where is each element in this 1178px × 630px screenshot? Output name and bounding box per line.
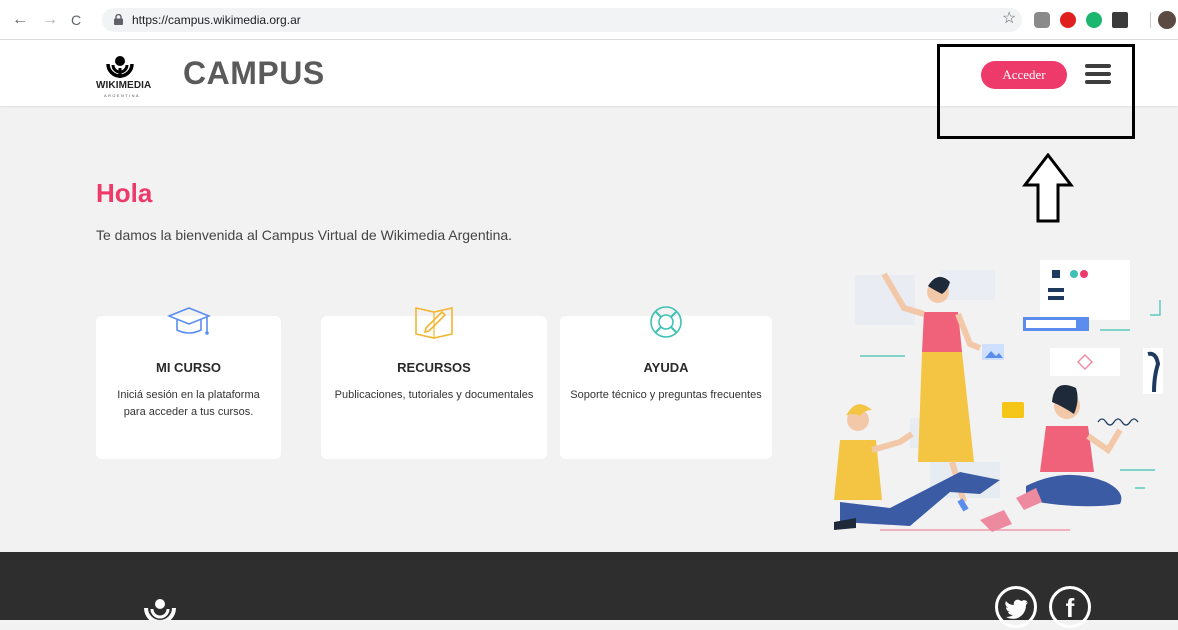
welcome-text: Te damos la bienvenida al Campus Virtual… <box>96 227 513 243</box>
card-title: AYUDA <box>643 360 689 375</box>
profile-avatar[interactable] <box>1158 11 1176 29</box>
people-illustration <box>834 260 1163 532</box>
logo-subtitle: ARGENTINA <box>104 93 140 98</box>
site-footer: f <box>0 552 1178 628</box>
card-description: Iniciá sesión en la plataforma para acce… <box>117 389 260 418</box>
back-button[interactable]: ← <box>10 10 30 30</box>
card-description: Soporte técnico y preguntas frecuentes <box>570 389 762 401</box>
card-title: RECURSOS <box>397 360 471 375</box>
card-ayuda[interactable]: AYUDA Soporte técnico y preguntas frecue… <box>560 306 772 459</box>
reload-button[interactable]: C <box>66 10 86 30</box>
card-mi-curso[interactable]: MI CURSO Iniciá sesión en la plataforma … <box>96 307 281 459</box>
logo-wordmark: WIKIMEDIA <box>96 80 152 91</box>
book-pen-icon <box>415 307 453 339</box>
lock-icon <box>114 14 123 25</box>
wikimedia-logo-icon[interactable] <box>136 596 184 620</box>
extension-grammarly-icon[interactable] <box>1086 12 1102 28</box>
card-recursos[interactable]: RECURSOS Publicaciones, tutoriales y doc… <box>321 307 547 459</box>
toolbar-divider <box>1150 12 1151 28</box>
annotation-highlight-box <box>937 44 1135 139</box>
url-text: https://campus.wikimedia.org.ar <box>132 13 301 27</box>
browser-toolbar: ← → C https://campus.wikimedia.org.ar ☆ <box>0 0 1178 40</box>
site-title[interactable]: CAMPUS <box>183 55 325 92</box>
graduation-cap-icon <box>166 307 211 335</box>
facebook-icon[interactable]: f <box>1049 586 1091 628</box>
lifebuoy-icon <box>650 306 682 338</box>
address-bar[interactable]: https://campus.wikimedia.org.ar <box>102 8 1022 32</box>
extension-new-icon[interactable] <box>1112 12 1128 28</box>
wikimedia-logo-icon[interactable] <box>94 52 164 98</box>
card-description: Publicaciones, tutoriales y documentales <box>334 389 534 401</box>
forward-button[interactable]: → <box>40 10 60 30</box>
twitter-icon[interactable] <box>995 586 1037 628</box>
card-title: MI CURSO <box>156 360 221 375</box>
annotation-arrow-up-icon <box>1022 153 1074 223</box>
extension-s-icon[interactable] <box>1034 12 1050 28</box>
extension-opera-icon[interactable] <box>1060 12 1076 28</box>
bookmark-star-icon[interactable]: ☆ <box>1002 9 1016 29</box>
greeting-heading: Hola <box>96 178 153 208</box>
